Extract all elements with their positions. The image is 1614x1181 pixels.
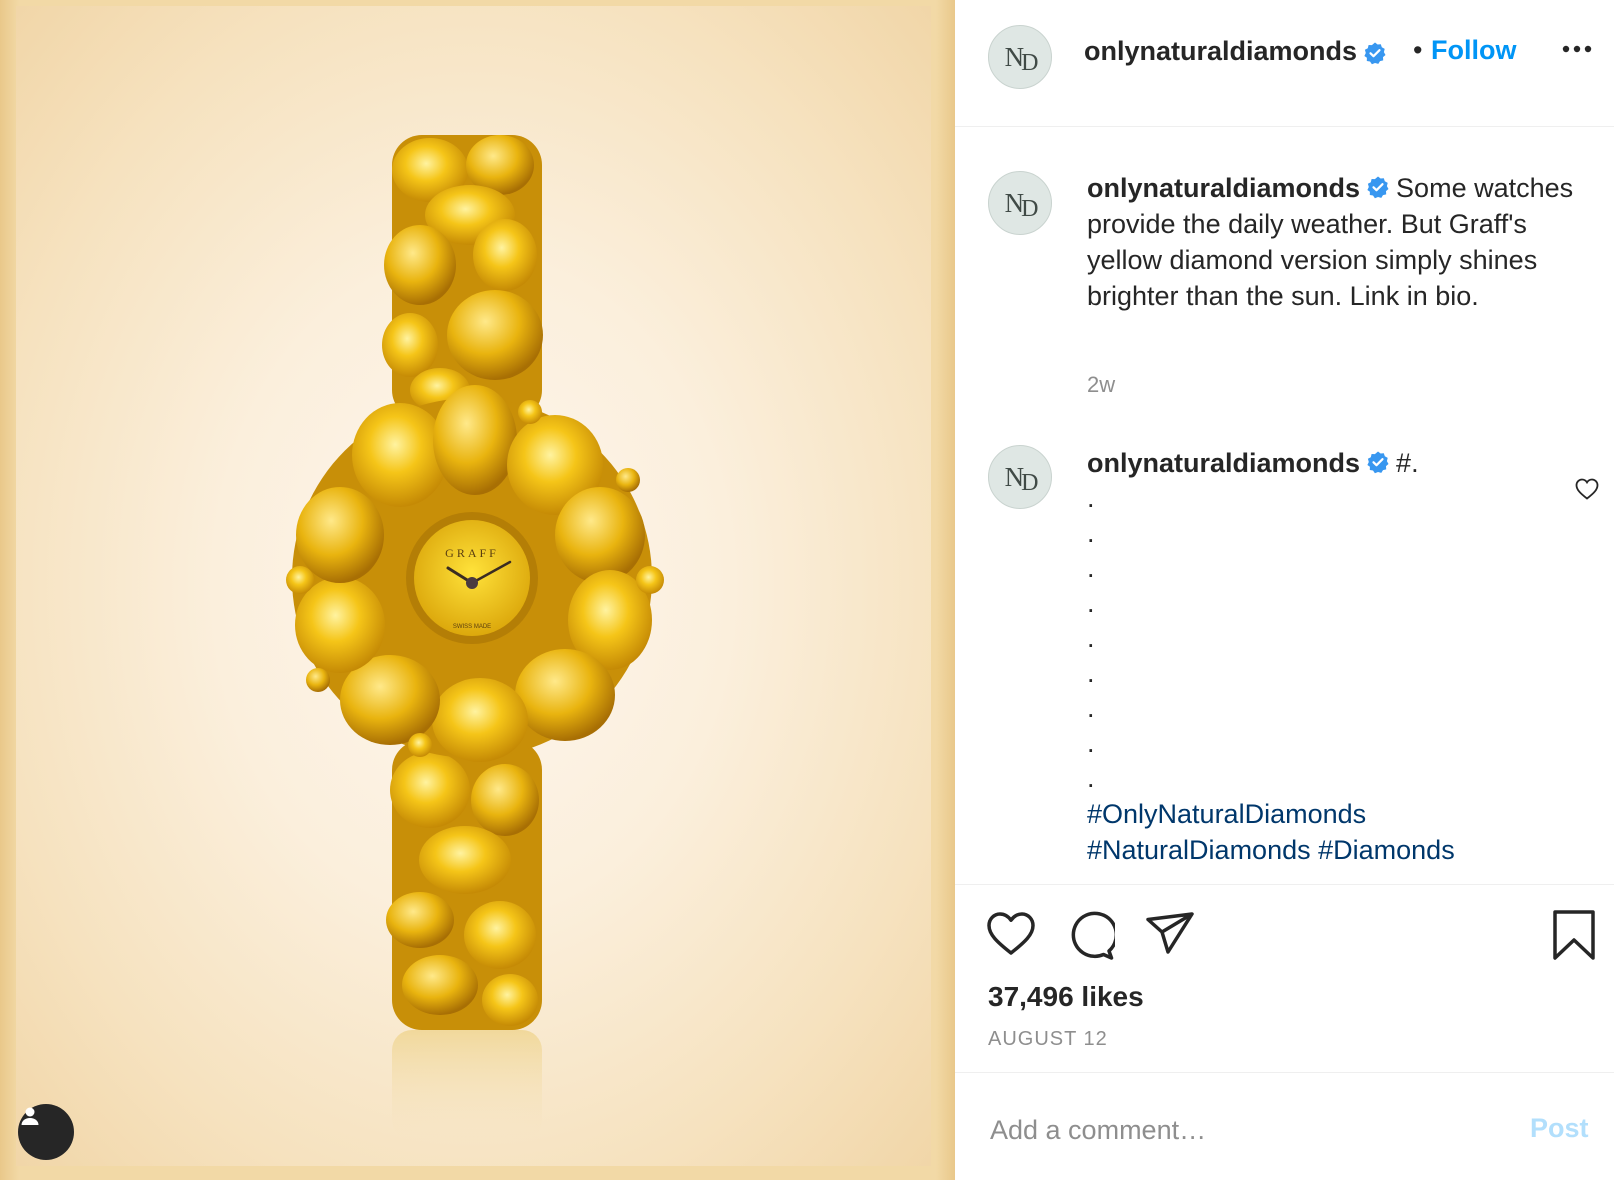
watch-strap-bottom: [386, 740, 542, 1030]
instagram-post-view: GRAFF SWISS MADE ND onlynaturaldiamonds …: [0, 0, 1614, 1180]
more-options-icon[interactable]: [1562, 44, 1592, 54]
post-date[interactable]: AUGUST 12: [988, 1028, 1108, 1051]
watch-dial-brand: GRAFF: [445, 546, 499, 560]
comment-text: #.: [1396, 448, 1419, 478]
verified-badge-icon: [1364, 42, 1386, 65]
watch-image: GRAFF SWISS MADE: [286, 135, 664, 1140]
hashtag-link[interactable]: #Diamonds: [1318, 835, 1455, 865]
person-icon: [21, 1107, 39, 1125]
follow-button[interactable]: Follow: [1431, 35, 1516, 66]
post-comment-button[interactable]: Post: [1530, 1113, 1589, 1144]
heart-icon[interactable]: [986, 911, 1036, 957]
comment-bubble-icon[interactable]: [1065, 911, 1115, 961]
avatar[interactable]: ND: [988, 445, 1052, 509]
verified-badge-icon: [1367, 176, 1389, 199]
hashtag-line-2: #NaturalDiamonds #Diamonds: [1087, 832, 1587, 868]
dot-line: .: [1087, 553, 1095, 583]
dot-line: .: [1087, 623, 1095, 653]
paper-plane-icon[interactable]: [1145, 911, 1195, 957]
avatar-letter-d: D: [1021, 195, 1038, 222]
comment-username[interactable]: onlynaturaldiamonds: [1087, 173, 1360, 203]
verified-badge-icon: [1367, 451, 1389, 474]
watch-strap-top: [382, 135, 543, 420]
watch-dial-small-text: SWISS MADE: [453, 624, 491, 630]
comment-input[interactable]: [988, 1109, 1472, 1151]
dot-line: .: [1087, 763, 1095, 793]
hashtag-link[interactable]: #OnlyNaturalDiamonds: [1087, 799, 1366, 829]
dot-line: .: [1087, 518, 1095, 548]
comment-text-block: onlynaturaldiamonds #. . . . . . . . . . …: [1087, 445, 1587, 868]
post-media[interactable]: GRAFF SWISS MADE: [0, 0, 955, 1180]
comment-username[interactable]: onlynaturaldiamonds: [1087, 448, 1360, 478]
tagged-users-button[interactable]: [18, 1104, 74, 1160]
hashtag-line-1: #OnlyNaturalDiamonds: [1087, 796, 1587, 832]
header-username-row: onlynaturaldiamonds: [1084, 36, 1387, 67]
dot-line: .: [1087, 658, 1095, 688]
post-actions: 37,496 likes AUGUST 12: [955, 884, 1614, 1073]
hashtag-link[interactable]: #NaturalDiamonds: [1087, 835, 1311, 865]
avatar-letter-n: N: [1004, 41, 1024, 72]
watch-reflection: [392, 1030, 542, 1140]
caption-text-block: onlynaturaldiamonds Some watches provide …: [1087, 170, 1587, 314]
dot-line: .: [1087, 728, 1095, 758]
bookmark-icon[interactable]: [1551, 909, 1597, 961]
dot-line: .: [1087, 588, 1095, 618]
avatar-letter-d: D: [1021, 469, 1038, 496]
avatar-letter-n: N: [1004, 461, 1024, 492]
avatar-letter-n: N: [1004, 187, 1024, 218]
avatar-letter-d: D: [1021, 49, 1038, 76]
header-username[interactable]: onlynaturaldiamonds: [1084, 36, 1357, 66]
avatar[interactable]: ND: [988, 171, 1052, 235]
post-side-panel: ND onlynaturaldiamonds • Follow ND onlyn…: [955, 0, 1614, 1180]
watch-head: GRAFF SWISS MADE: [286, 385, 664, 762]
avatar[interactable]: ND: [988, 25, 1052, 89]
header-separator: •: [1413, 35, 1423, 65]
caption-age[interactable]: 2w: [1087, 372, 1115, 398]
comments-section[interactable]: ND onlynaturaldiamonds Some watches provi…: [955, 127, 1614, 884]
dot-line: .: [1087, 483, 1095, 513]
likes-count[interactable]: 37,496 likes: [988, 981, 1144, 1013]
post-header: ND onlynaturaldiamonds • Follow: [955, 0, 1614, 127]
dot-line: .: [1087, 693, 1095, 723]
comment-dots: . . . . . . . . .: [1087, 481, 1587, 796]
comment-like-heart-icon[interactable]: [1575, 478, 1599, 500]
add-comment-bar: Post: [955, 1072, 1614, 1181]
